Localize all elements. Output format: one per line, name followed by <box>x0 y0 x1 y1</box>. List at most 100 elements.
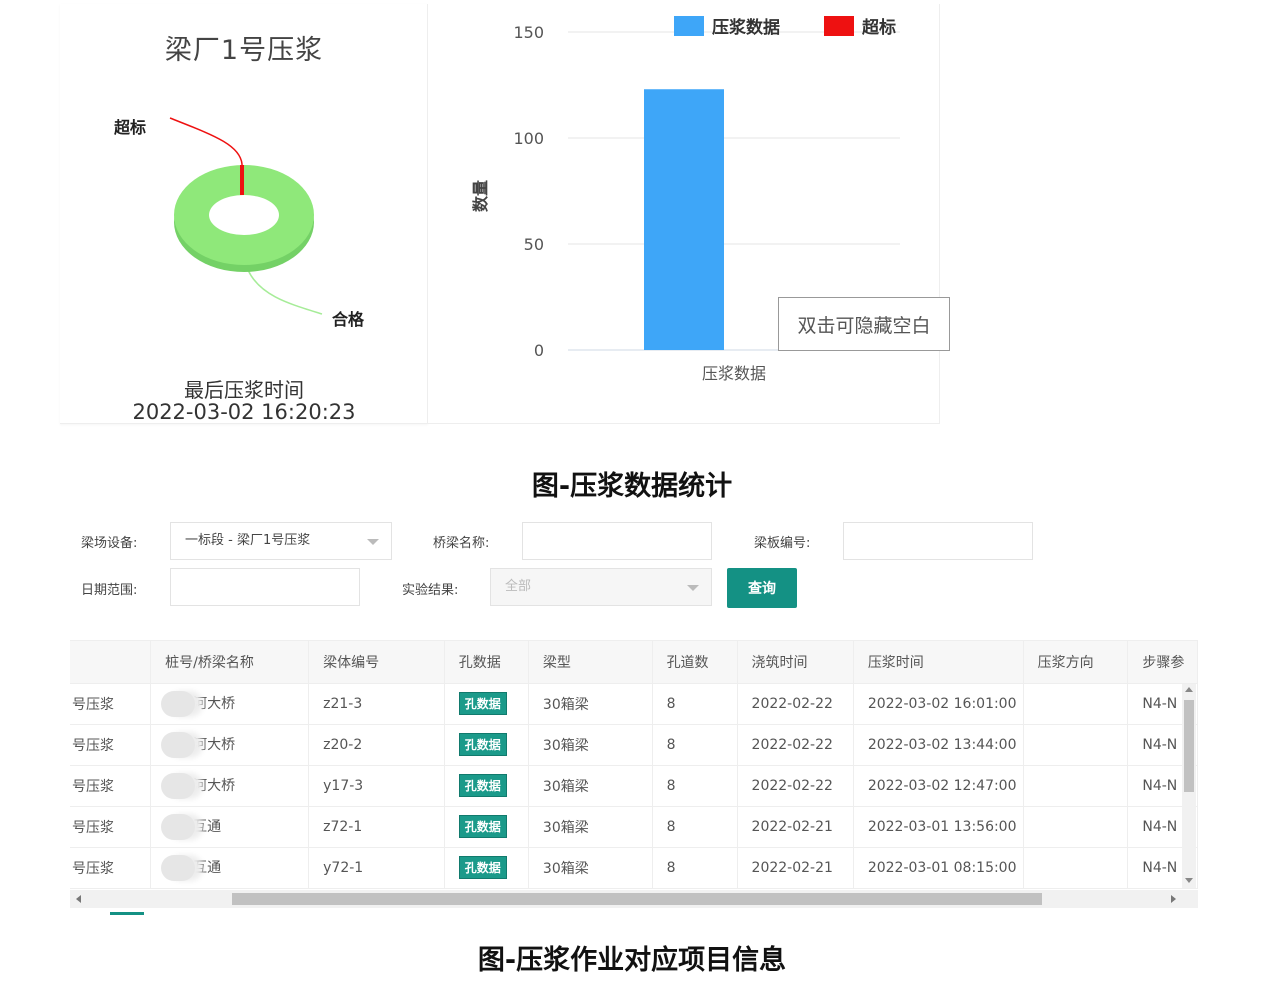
cell-beam-type: 30箱梁 <box>528 847 653 889</box>
x-tick-label: 压浆数据 <box>702 364 766 383</box>
last-grouting-time: 2022-03-02 16:20:23 <box>132 400 356 424</box>
device-select[interactable]: 一标段 - 梁厂1号压浆 <box>170 522 392 560</box>
donut-chart-card: 梁厂1号压浆 超标 合格 最后压浆时间 2022-03-02 16:20:23 <box>60 4 428 424</box>
bridge-name-text: 河大桥 <box>193 777 236 794</box>
query-button[interactable]: 查询 <box>727 568 797 608</box>
y-tick-label: 150 <box>513 23 544 42</box>
tooltip[interactable]: 双击可隐藏空白 <box>778 297 950 351</box>
table-row[interactable]: 号压浆 河大桥 z20-2 孔数据 30箱梁 8 2022-02-22 2022-03-02 … <box>70 724 1198 766</box>
hole-data-button[interactable]: 孔数据 <box>458 692 507 715</box>
col-header[interactable]: 桩号/桥梁名称 <box>150 641 310 684</box>
device-select-value: 一标段 - 梁厂1号压浆 <box>185 533 311 548</box>
cell-grout-direction <box>1023 683 1129 725</box>
device-label: 梁场设备: <box>81 536 138 551</box>
cell-bridge-name: 互通 <box>150 847 310 889</box>
cell-beam-type: 30箱梁 <box>528 765 653 807</box>
data-table: 桩号/桥梁名称 梁体编号 孔数据 梁型 孔道数 浇筑时间 压浆时间 压浆方向 步… <box>70 641 1198 889</box>
cell-beam-id: z72-1 <box>308 806 445 848</box>
cell-hole-data: 孔数据 <box>444 847 529 889</box>
y-tick-label: 0 <box>534 341 544 360</box>
cell-device: 号压浆 <box>70 765 152 807</box>
cell-beam-id: z21-3 <box>308 683 445 725</box>
col-header[interactable]: 压浆方向 <box>1023 641 1129 684</box>
cell-duct-count: 8 <box>652 683 738 725</box>
bridge-name-text: 互通 <box>193 818 222 835</box>
cell-grout-direction <box>1023 724 1129 766</box>
vertical-scroll-thumb[interactable] <box>1184 700 1194 792</box>
cell-hole-data: 孔数据 <box>444 806 529 848</box>
pagination-indicator <box>110 912 144 915</box>
scroll-right-icon[interactable] <box>1171 895 1176 903</box>
bar-chart-card: 0 50 100 150 压浆数据 超标 数量 压浆数据 双击可隐藏空白 <box>428 4 950 424</box>
cell-beam-id: y72-1 <box>308 847 445 889</box>
data-table-container: 桩号/桥梁名称 梁体编号 孔数据 梁型 孔道数 浇筑时间 压浆时间 压浆方向 步… <box>70 640 1198 910</box>
redacted-blur <box>161 772 196 799</box>
hole-data-button[interactable]: 孔数据 <box>458 856 507 879</box>
date-range-input[interactable] <box>170 568 360 606</box>
cell-grout-direction <box>1023 847 1129 889</box>
legend-label[interactable]: 压浆数据 <box>712 17 780 38</box>
chevron-down-icon <box>367 539 379 545</box>
cell-device: 号压浆 <box>70 724 152 766</box>
cell-bridge-name: 河大桥 <box>150 765 310 807</box>
horizontal-scrollbar[interactable] <box>70 890 1198 908</box>
hole-data-button[interactable]: 孔数据 <box>458 733 507 756</box>
col-header[interactable] <box>70 641 152 684</box>
bridge-name-text: 互通 <box>193 859 222 876</box>
col-header[interactable]: 孔道数 <box>652 641 738 684</box>
figure-caption-stats: 图-压浆数据统计 <box>531 471 733 502</box>
cell-pour-date: 2022-02-22 <box>737 683 854 725</box>
bridge-name-text: 河大桥 <box>193 695 236 712</box>
cell-bridge-name: 河大桥 <box>150 683 310 725</box>
redacted-blur <box>161 854 196 881</box>
cell-beam-type: 30箱梁 <box>528 724 653 766</box>
beam-input[interactable] <box>843 522 1033 560</box>
table-row[interactable]: 号压浆 互通 z72-1 孔数据 30箱梁 8 2022-02-21 2022-03-01 1… <box>70 806 1198 848</box>
col-header[interactable]: 步骤参 <box>1127 641 1198 684</box>
legend-label[interactable]: 超标 <box>862 17 896 38</box>
ok-leader-line <box>247 269 323 315</box>
cell-bridge-name: 河大桥 <box>150 724 310 766</box>
legend-swatch[interactable] <box>824 16 854 36</box>
scroll-down-icon[interactable] <box>1185 878 1193 883</box>
cell-grout-time: 2022-03-01 13:56:00 <box>853 806 1024 848</box>
cell-hole-data: 孔数据 <box>444 683 529 725</box>
vertical-scrollbar[interactable] <box>1182 684 1196 888</box>
col-header[interactable]: 孔数据 <box>444 641 529 684</box>
scroll-up-icon[interactable] <box>1185 687 1193 692</box>
scroll-left-icon[interactable] <box>76 895 81 903</box>
table-row[interactable]: 号压浆 河大桥 z21-3 孔数据 30箱梁 8 2022-02-22 2022-03-02 … <box>70 683 1198 725</box>
col-header[interactable]: 压浆时间 <box>853 641 1024 684</box>
over-label: 超标 <box>114 118 147 137</box>
cell-device: 号压浆 <box>70 806 152 848</box>
cell-grout-time: 2022-03-02 13:44:00 <box>853 724 1024 766</box>
bar-grouting-data[interactable] <box>644 89 724 351</box>
redacted-blur <box>161 731 196 758</box>
y-ticks: 0 50 100 150 <box>513 23 544 360</box>
hole-data-button[interactable]: 孔数据 <box>458 815 507 838</box>
redacted-blur <box>161 813 196 840</box>
col-header[interactable]: 梁型 <box>528 641 653 684</box>
cell-duct-count: 8 <box>652 765 738 807</box>
result-select[interactable]: 全部 <box>490 568 712 606</box>
bar-chart: 0 50 100 150 压浆数据 超标 数量 压浆数据 <box>471 16 900 383</box>
cell-grout-direction <box>1023 765 1129 807</box>
cell-duct-count: 8 <box>652 847 738 889</box>
hole-data-button[interactable]: 孔数据 <box>458 774 507 797</box>
last-grouting-title: 最后压浆时间 <box>184 378 304 402</box>
table-row[interactable]: 号压浆 河大桥 y17-3 孔数据 30箱梁 8 2022-02-22 2022-03-02 … <box>70 765 1198 807</box>
cell-beam-type: 30箱梁 <box>528 806 653 848</box>
col-header[interactable]: 梁体编号 <box>308 641 445 684</box>
y-axis-label: 数量 <box>471 180 490 212</box>
col-header[interactable]: 浇筑时间 <box>737 641 854 684</box>
result-select-value: 全部 <box>505 579 532 594</box>
table-header-row: 桩号/桥梁名称 梁体编号 孔数据 梁型 孔道数 浇筑时间 压浆时间 压浆方向 步… <box>70 641 1198 684</box>
table-row[interactable]: 号压浆 互通 y72-1 孔数据 30箱梁 8 2022-02-21 2022-03-01 0… <box>70 847 1198 889</box>
cell-device: 号压浆 <box>70 847 152 889</box>
bridge-input[interactable] <box>522 522 712 560</box>
legend-swatch[interactable] <box>674 16 704 36</box>
horizontal-scroll-thumb[interactable] <box>232 893 1042 905</box>
cell-grout-direction <box>1023 806 1129 848</box>
cell-grout-time: 2022-03-01 08:15:00 <box>853 847 1024 889</box>
cell-device: 号压浆 <box>70 683 152 725</box>
